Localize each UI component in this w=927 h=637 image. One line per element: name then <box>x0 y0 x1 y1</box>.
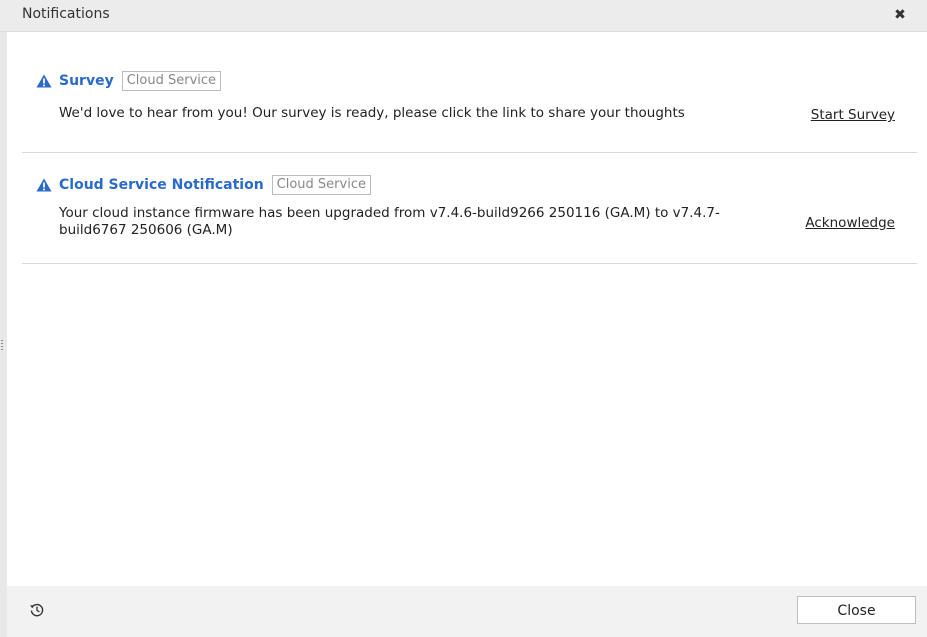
notification-message: We'd love to hear from you! Our survey i… <box>59 105 685 121</box>
dialog-title: Notifications <box>22 6 110 22</box>
close-icon[interactable]: ✖ <box>893 7 907 23</box>
warning-icon <box>36 74 52 88</box>
notification-title: Cloud Service Notification <box>59 177 264 193</box>
notification-title: Survey <box>59 73 114 89</box>
start-survey-link[interactable]: Start Survey <box>811 107 895 123</box>
acknowledge-link[interactable]: Acknowledge <box>805 215 895 231</box>
warning-icon <box>36 178 52 192</box>
close-button[interactable]: Close <box>797 596 916 624</box>
notification-header: Cloud Service Notification Cloud Service <box>36 175 371 195</box>
notification-tag: Cloud Service <box>271 175 371 195</box>
notifications-dialog: Notifications ✖ Survey Cloud Service We'… <box>0 0 927 637</box>
notification-header: Survey Cloud Service <box>36 71 222 91</box>
resize-strip[interactable] <box>0 32 7 637</box>
notification-tag: Cloud Service <box>121 71 222 91</box>
dialog-titlebar: Notifications ✖ <box>0 0 927 32</box>
history-icon[interactable] <box>29 602 45 618</box>
notification-list: Survey Cloud Service We'd love to hear f… <box>22 50 917 264</box>
resize-grip-icon[interactable] <box>1 340 3 352</box>
dialog-footer: Close <box>7 586 927 637</box>
notification-message: Your cloud instance firmware has been up… <box>59 205 720 238</box>
notification-item <box>22 50 917 153</box>
